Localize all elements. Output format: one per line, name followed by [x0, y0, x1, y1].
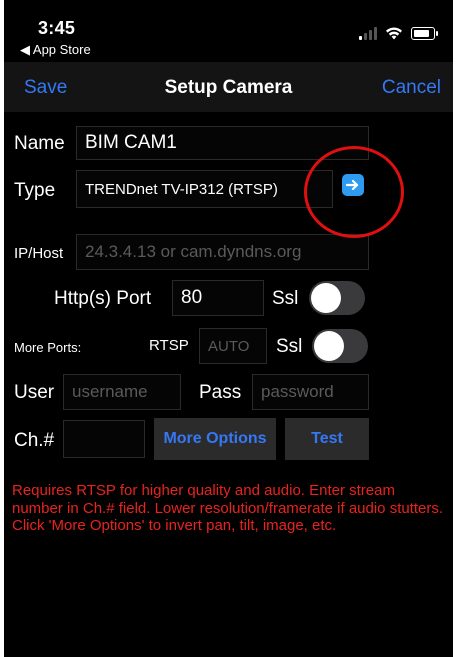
more-ports-label: More Ports:: [14, 340, 82, 355]
status-bar: 3:45 ◀ App Store: [4, 0, 453, 60]
pass-label: Pass: [199, 382, 242, 403]
camera-type-field[interactable]: TRENDnet TV-IP312 (RTSP): [76, 170, 333, 208]
battery-icon: [411, 26, 438, 40]
phone-screen: 3:45 ◀ App Store Save Setup Camera Cance…: [4, 0, 453, 657]
channel-label: Ch.#: [14, 430, 55, 451]
test-button[interactable]: Test: [285, 418, 369, 460]
help-notes: Requires RTSP for higher quality and aud…: [12, 482, 444, 535]
username-field[interactable]: username: [63, 374, 181, 410]
help-note-more-options: Click 'More Options' to invert pan, tilt…: [12, 517, 337, 535]
host-label: IP/Host: [14, 245, 64, 262]
name-label: Name: [14, 133, 65, 154]
password-field[interactable]: password: [252, 374, 369, 410]
status-icons: [359, 26, 438, 40]
navigation-bar: Save Setup Camera Cancel: [4, 62, 453, 112]
toggle-knob: [314, 331, 344, 361]
status-time: 3:45: [38, 18, 76, 38]
http-port-label: Http(s) Port: [54, 288, 152, 309]
type-label: Type: [14, 180, 56, 201]
rtsp-ssl-label: Ssl: [276, 336, 303, 357]
channel-field[interactable]: [63, 420, 145, 458]
rtsp-port-field[interactable]: AUTO: [199, 328, 267, 364]
ssl-toggle[interactable]: [309, 281, 365, 315]
more-options-button[interactable]: More Options: [154, 418, 276, 460]
toggle-knob: [311, 283, 341, 313]
rtsp-label: RTSP: [149, 337, 189, 354]
help-note-rtsp: Requires RTSP for higher quality and aud…: [12, 482, 444, 517]
back-to-app-store-link[interactable]: ◀ App Store: [20, 42, 91, 58]
rtsp-ssl-toggle[interactable]: [312, 329, 368, 363]
annotation-circle: [304, 146, 404, 238]
wifi-icon: [386, 27, 402, 40]
user-label: User: [14, 382, 55, 403]
ssl-label: Ssl: [272, 288, 299, 309]
host-field[interactable]: 24.3.4.13 or cam.dyndns.org: [76, 234, 369, 270]
cellular-signal-icon: [359, 26, 377, 40]
save-button[interactable]: Save: [24, 77, 67, 99]
http-port-field[interactable]: 80: [172, 280, 264, 316]
cancel-button[interactable]: Cancel: [382, 77, 441, 99]
